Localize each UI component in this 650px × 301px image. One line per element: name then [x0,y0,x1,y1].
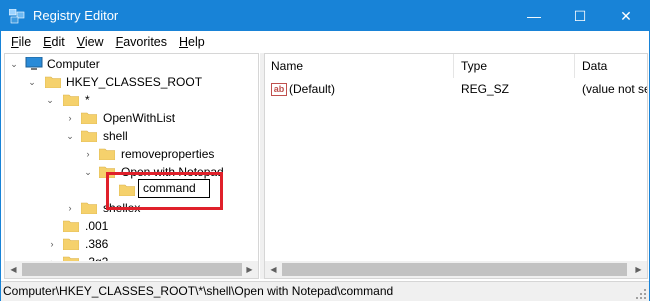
folder-icon [81,202,97,214]
minimize-button[interactable]: — [511,1,557,31]
chevron-down-icon[interactable]: ⌄ [65,131,75,141]
computer-icon [25,57,43,70]
minimize-icon: — [527,8,541,24]
value-name-default[interactable]: (Default) [289,80,335,98]
menu-file[interactable]: File [5,35,37,49]
column-header-data[interactable]: Data [576,54,647,78]
folder-icon [99,148,115,160]
tree-label-star: * [85,93,90,107]
maximize-button[interactable]: ☐ [557,1,603,31]
menu-help[interactable]: Help [173,35,211,49]
registry-editor-icon [9,9,25,24]
tree-label-hkcr: HKEY_CLASSES_ROOT [66,75,203,89]
tree-label-386: .386 [85,237,109,251]
tree-label-openwithlist: OpenWithList [103,111,176,125]
values-scroll-thumb[interactable] [282,263,627,276]
tree-scroll-thumb[interactable] [22,263,242,276]
menu-view-accel: V [76,35,85,49]
title-bar[interactable]: Registry Editor — ☐ ✕ [1,1,649,31]
tree-label-computer: Computer [47,57,100,71]
scroll-right-icon[interactable]: ▶ [241,261,258,278]
menu-file-rest: ile [18,35,32,49]
registry-tree-pane[interactable]: ⌄ Computer ⌄ HKEY_CLASSES_ROOT ⌄ * › Ope… [4,53,259,279]
tree-label-shell: shell [103,129,128,143]
chevron-right-icon[interactable]: › [47,239,57,249]
close-icon: ✕ [620,7,632,24]
chevron-down-icon[interactable]: ⌄ [83,167,93,177]
folder-icon [63,220,79,232]
scroll-right-icon[interactable]: ▶ [630,261,647,278]
current-key-path: Computer\HKEY_CLASSES_ROOT\*\shell\Open … [3,284,394,298]
scroll-left-icon[interactable]: ◀ [265,261,282,278]
values-list-pane[interactable]: Name Type Data ab (Default) REG_SZ (valu… [264,53,648,279]
menu-edit-rest: dit [51,35,65,49]
menu-view-rest: iew [84,35,104,49]
chevron-right-icon[interactable]: › [83,149,93,159]
folder-icon [63,238,79,250]
annotation-highlight-box [106,172,223,210]
status-bar: Computer\HKEY_CLASSES_ROOT\*\shell\Open … [1,281,649,301]
window-title: Registry Editor [33,8,119,23]
close-button[interactable]: ✕ [603,1,649,31]
folder-icon [81,130,97,142]
menu-view[interactable]: View [71,35,110,49]
chevron-right-icon[interactable]: › [65,203,75,213]
chevron-down-icon[interactable]: ⌄ [45,95,55,105]
menu-file-accel: F [11,35,19,49]
folder-icon [81,112,97,124]
scroll-left-icon[interactable]: ◀ [5,261,22,278]
tree-label-001: .001 [85,219,109,233]
values-horizontal-scrollbar[interactable]: ◀ ▶ [265,261,647,278]
chevron-right-icon[interactable]: › [65,113,75,123]
maximize-icon: ☐ [573,7,587,24]
value-type-default[interactable]: REG_SZ [461,80,509,98]
tree-label-removeproperties: removeproperties [121,147,215,161]
column-header-type[interactable]: Type [455,54,575,78]
menu-help-accel: H [179,35,189,49]
value-data-default[interactable]: (value not set) [582,80,647,98]
folder-icon [63,94,79,106]
registry-editor-window: Registry Editor — ☐ ✕ File Edit View Fav… [0,0,650,301]
folder-icon [45,76,61,88]
menu-favorites[interactable]: Favorites [110,35,173,49]
menu-favorites-rest: avorites [123,35,168,49]
resize-grip-icon[interactable] [636,289,646,299]
menu-edit-accel: E [43,35,52,49]
string-value-icon: ab [271,83,287,96]
menu-help-rest: elp [188,35,205,49]
tree-horizontal-scrollbar[interactable]: ◀ ▶ [5,261,258,278]
menu-bar: File Edit View Favorites Help [1,32,649,52]
menu-edit[interactable]: Edit [37,35,71,49]
column-header-name[interactable]: Name [265,54,454,78]
chevron-down-icon[interactable]: ⌄ [9,59,19,69]
chevron-down-icon[interactable]: ⌄ [27,77,37,87]
